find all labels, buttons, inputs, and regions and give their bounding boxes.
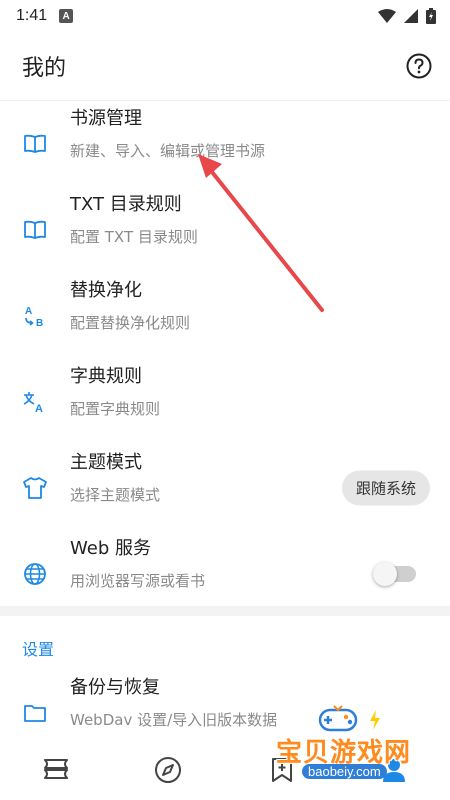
help-circle-icon: [406, 53, 432, 79]
menu-item-web-service[interactable]: Web 服务 用浏览器写源或看书: [0, 531, 450, 617]
nav-bookshelf[interactable]: [40, 754, 72, 786]
status-time: 1:41: [16, 7, 48, 24]
wifi-icon: [378, 9, 396, 23]
menu-item-subtitle: 配置替换净化规则: [70, 314, 191, 332]
menu-item-txt-toc-rules[interactable]: TXT 目录规则 配置 TXT 目录规则: [0, 187, 450, 273]
menu-item-subtitle: 配置 TXT 目录规则: [70, 228, 198, 246]
svg-text:B: B: [36, 318, 43, 329]
page-title: 我的: [22, 56, 67, 81]
shirt-icon: [22, 475, 48, 501]
watermark-logo: 宝贝游戏网 baobeiy.com: [270, 700, 450, 800]
screen: 1:41 A 我的 书源管理 新建、导入、编辑或管理书源 TXT 目录规则 配置…: [0, 0, 450, 800]
section-divider: [0, 606, 450, 616]
notification-badge-icon: A: [59, 9, 74, 23]
settings-section-header: 设置: [22, 640, 55, 659]
menu-item-theme-mode[interactable]: 主题模式 选择主题模式 跟随系统: [0, 445, 450, 531]
svg-text:A: A: [25, 306, 32, 317]
menu-item-subtitle: 用浏览器写源或看书: [70, 572, 206, 590]
menu-item-dictionary-rules[interactable]: A 字典规则 配置字典规则: [0, 359, 450, 445]
replace-ab-icon: A B: [22, 303, 48, 329]
globe-icon: [22, 561, 48, 587]
folder-icon: [22, 700, 48, 726]
watermark-url: baobeiy.com: [302, 764, 387, 779]
menu-item-subtitle: 配置字典规则: [70, 400, 161, 418]
menu-item-title: Web 服务: [70, 538, 151, 559]
nav-explore[interactable]: [152, 754, 184, 786]
signal-icon: [404, 9, 418, 23]
battery-icon: [426, 8, 436, 24]
svg-text:A: A: [35, 403, 43, 415]
menu-item-title: 主题模式: [70, 452, 142, 473]
menu-list: 书源管理 新建、导入、编辑或管理书源 TXT 目录规则 配置 TXT 目录规则 …: [0, 101, 450, 617]
menu-item-title: 备份与恢复: [70, 677, 160, 698]
menu-item-subtitle: WebDav 设置/导入旧版本数据: [70, 711, 278, 729]
menu-item-replace-rules[interactable]: A B 替换净化 配置替换净化规则: [0, 273, 450, 359]
translate-icon: A: [22, 389, 48, 415]
menu-item-title: 字典规则: [70, 366, 142, 387]
bookshelf-icon: [44, 759, 68, 779]
menu-item-book-source[interactable]: 书源管理 新建、导入、编辑或管理书源: [0, 101, 450, 187]
menu-item-title: TXT 目录规则: [70, 194, 182, 215]
menu-item-subtitle: 新建、导入、编辑或管理书源: [70, 142, 266, 160]
web-service-toggle[interactable]: [373, 562, 416, 586]
theme-mode-select[interactable]: 跟随系统: [341, 470, 430, 506]
app-bar: 我的: [0, 32, 450, 100]
gamepad-icon: [318, 705, 358, 732]
menu-item-subtitle: 选择主题模式: [70, 486, 161, 504]
lightning-icon: [370, 710, 380, 730]
help-button[interactable]: [404, 51, 434, 81]
menu-item-title: 替换净化: [70, 280, 142, 301]
toggle-knob: [373, 562, 397, 586]
book-open-icon: [22, 131, 48, 157]
status-bar: 1:41 A: [0, 0, 450, 32]
compass-icon: [155, 757, 181, 783]
status-indicators: [378, 8, 436, 24]
book-open-icon: [22, 217, 48, 243]
menu-item-title: 书源管理: [70, 108, 142, 129]
